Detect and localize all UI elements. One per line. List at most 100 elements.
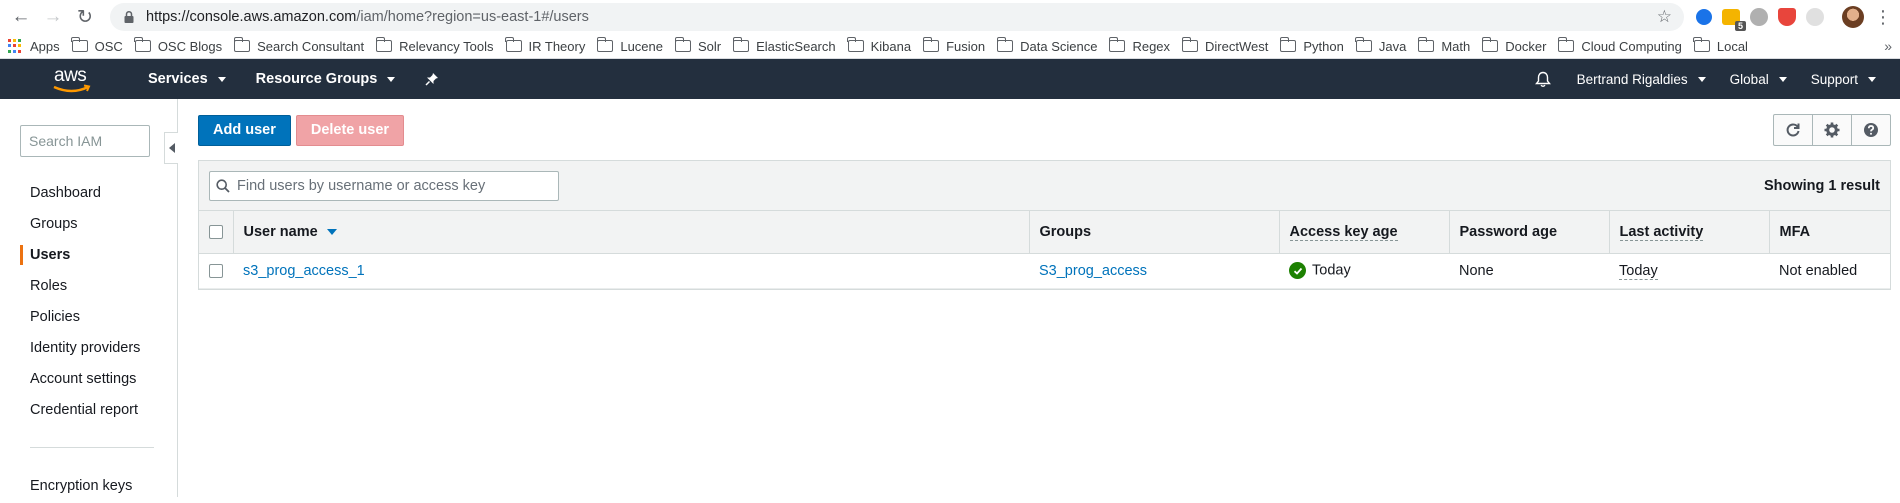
folder-icon (596, 37, 614, 52)
column-last-activity[interactable]: Last activity (1609, 211, 1770, 254)
bookmark-star-icon[interactable]: ☆ (1657, 7, 1672, 27)
delete-user-button[interactable]: Delete user (295, 114, 405, 146)
bookmark-ir-theory[interactable]: IR Theory (505, 37, 585, 54)
bookmarks-overflow-icon[interactable]: » (1884, 38, 1892, 54)
help-icon (1864, 123, 1878, 137)
bookmark-regex[interactable]: Regex (1108, 37, 1170, 54)
settings-button[interactable] (1812, 114, 1852, 146)
forward-icon[interactable]: → (40, 4, 66, 30)
bookmark-label: Fusion (946, 38, 986, 54)
column-user-name[interactable]: User name (233, 211, 1030, 254)
profile-avatar[interactable] (1842, 6, 1864, 28)
lock-icon (124, 10, 134, 23)
sidebar-item-dashboard[interactable]: Dashboard (0, 177, 177, 208)
bookmark-label: Cloud Computing (1581, 38, 1682, 54)
collapse-sidebar-button[interactable] (164, 132, 178, 164)
bookmark-label: Solr (698, 38, 722, 54)
table-actions (1773, 114, 1891, 146)
services-menu[interactable]: Services (148, 71, 226, 87)
row-checkbox[interactable] (209, 263, 223, 278)
folder-icon (922, 37, 940, 52)
sidebar-item-encryption-keys[interactable]: Encryption keys (0, 470, 177, 501)
folder-icon (847, 37, 864, 52)
aws-logo[interactable]: aws (52, 64, 96, 94)
sidebar-item-account-settings[interactable]: Account settings (0, 363, 177, 394)
chevron-down-icon (1778, 76, 1787, 82)
folder-icon (1181, 37, 1199, 52)
help-button[interactable] (1851, 114, 1891, 146)
bookmark-apps[interactable]: Apps (8, 39, 60, 54)
column-password-age: Password age (1449, 211, 1610, 254)
select-all-checkbox[interactable] (209, 224, 223, 239)
zoom-extension-icon[interactable] (1696, 9, 1712, 25)
bookmark-docker[interactable]: Docker (1481, 37, 1546, 54)
gray-extension-icon[interactable] (1750, 8, 1768, 26)
chevron-down-icon (217, 76, 226, 82)
bookmark-relevancy-tools[interactable]: Relevancy Tools (375, 37, 494, 54)
account-menu[interactable]: Bertrand Rigaldies (1577, 72, 1706, 87)
browser-menu-icon[interactable]: ⋮ (1874, 8, 1892, 26)
user-search-input[interactable]: Find users by username or access key (209, 170, 559, 201)
sidebar-extra-nav: Encryption keys (0, 470, 177, 501)
bookmark-local[interactable]: Local (1693, 37, 1748, 54)
bookmark-label: Apps (30, 38, 60, 54)
bookmark-cloud-computing[interactable]: Cloud Computing (1557, 37, 1682, 54)
bookmark-label: Search Consultant (257, 38, 365, 54)
reload-icon[interactable]: ↻ (72, 4, 98, 30)
folder-icon (134, 37, 151, 52)
group-link[interactable]: S3_prog_access (1039, 263, 1147, 279)
aws-navbar: aws Services Resource Groups Bertrand Ri… (0, 59, 1900, 99)
pin-icon[interactable] (425, 72, 439, 86)
folder-icon (1417, 37, 1435, 52)
shield-extension-icon[interactable] (1778, 8, 1796, 26)
support-menu[interactable]: Support (1811, 72, 1876, 87)
back-icon[interactable]: ← (8, 4, 34, 30)
region-menu[interactable]: Global (1730, 72, 1787, 87)
search-icon (216, 178, 230, 193)
bookmark-kibana[interactable]: Kibana (847, 37, 912, 54)
bookmark-label: DirectWest (1205, 38, 1269, 54)
bookmark-osc-blogs[interactable]: OSC Blogs (134, 37, 222, 54)
bookmark-lucene[interactable]: Lucene (596, 37, 663, 54)
bookmark-search-consultant[interactable]: Search Consultant (233, 37, 365, 54)
folder-icon (1279, 37, 1297, 52)
last-activity-value[interactable]: Today (1619, 262, 1658, 280)
bookmark-elasticsearch[interactable]: ElasticSearch (732, 37, 836, 54)
notes-extension-icon[interactable]: 5 (1722, 9, 1746, 31)
bookmark-solr[interactable]: Solr (674, 37, 722, 54)
sidebar-item-policies[interactable]: Policies (0, 301, 177, 332)
add-user-button[interactable]: Add user (198, 114, 291, 146)
bookmark-python[interactable]: Python (1279, 37, 1344, 54)
folder-icon (674, 37, 691, 52)
ghost-extension-icon[interactable] (1806, 8, 1824, 26)
bookmark-label: Lucene (620, 38, 663, 54)
folder-icon (1355, 37, 1372, 52)
bookmark-java[interactable]: Java (1355, 37, 1406, 54)
bookmark-osc[interactable]: OSC (71, 37, 123, 54)
table-header-row: User name Groups Access key age Password… (199, 211, 1890, 254)
bookmark-label: Kibana (870, 38, 912, 54)
column-mfa: MFA (1769, 211, 1890, 254)
column-access-key-age[interactable]: Access key age (1279, 211, 1450, 254)
column-groups: Groups (1029, 211, 1280, 254)
address-bar[interactable]: https://console.aws.amazon.com/iam/home?… (110, 3, 1684, 31)
user-search-placeholder: Find users by username or access key (237, 177, 486, 194)
sidebar-item-credential-report[interactable]: Credential report (0, 394, 177, 425)
sidebar-item-users[interactable]: Users (0, 239, 177, 270)
bookmark-fusion[interactable]: Fusion (922, 37, 986, 54)
bell-icon[interactable] (1534, 71, 1551, 88)
search-iam-input[interactable]: Search IAM (20, 125, 150, 157)
bookmark-directwest[interactable]: DirectWest (1181, 37, 1269, 54)
user-name-link[interactable]: s3_prog_access_1 (243, 263, 365, 279)
sidebar-item-identity-providers[interactable]: Identity providers (0, 332, 177, 363)
bookmark-data-science[interactable]: Data Science (996, 37, 1097, 54)
apps-grid-icon (8, 39, 22, 53)
sidebar-item-roles[interactable]: Roles (0, 270, 177, 301)
sidebar-item-groups[interactable]: Groups (0, 208, 177, 239)
chevron-down-icon (1868, 76, 1876, 82)
aws-smile-icon (53, 84, 91, 93)
resource-groups-menu[interactable]: Resource Groups (256, 71, 396, 87)
folder-icon (1557, 37, 1575, 52)
refresh-button[interactable] (1773, 114, 1813, 146)
bookmark-math[interactable]: Math (1417, 37, 1470, 54)
